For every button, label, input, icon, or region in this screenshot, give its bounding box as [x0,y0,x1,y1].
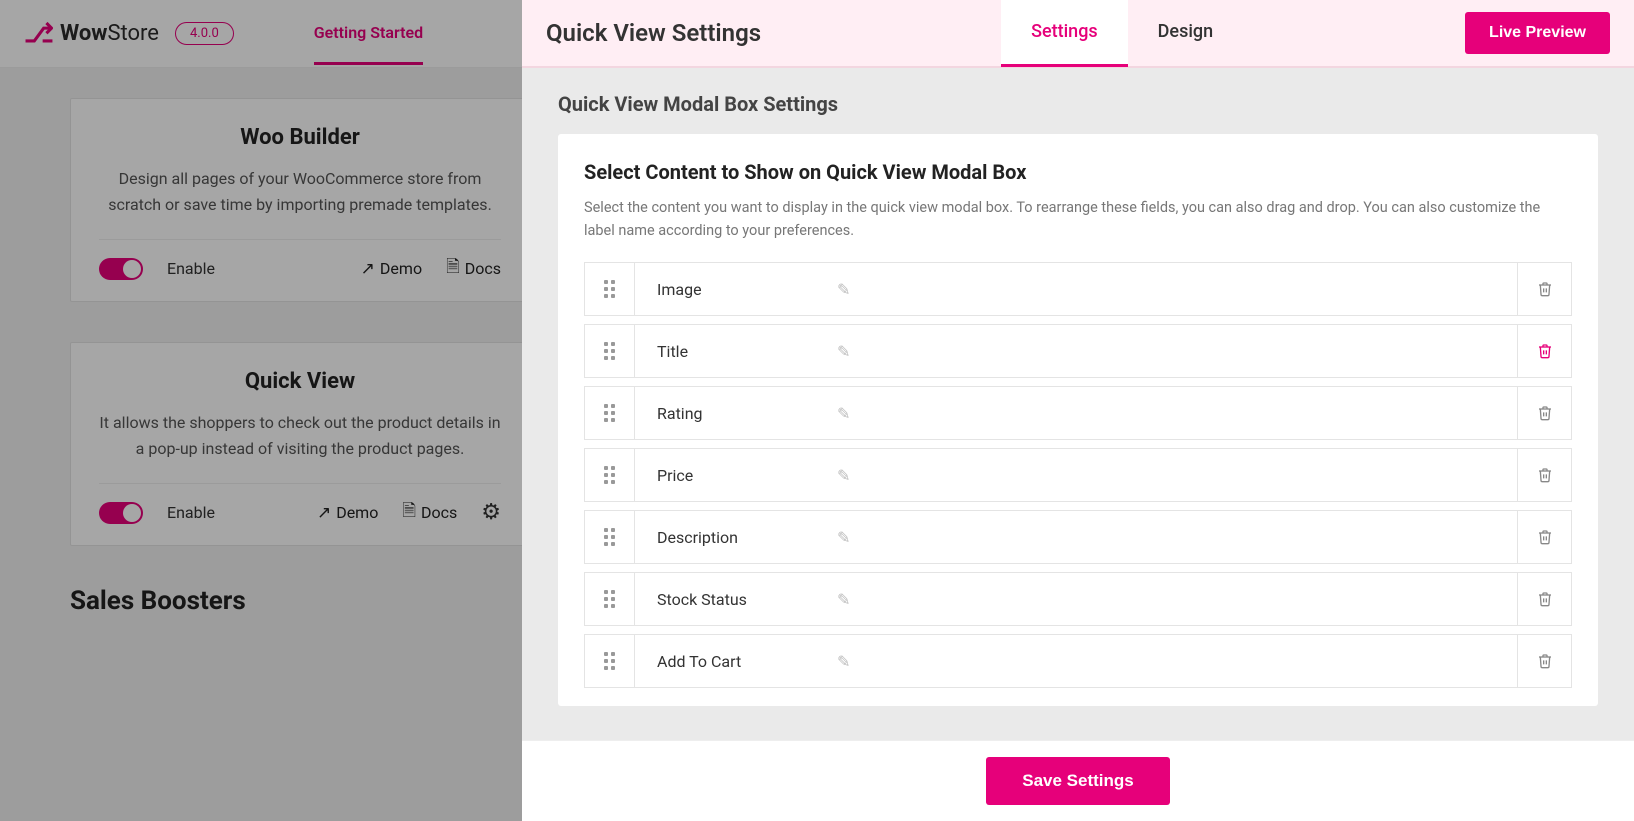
row-label-cell: Title ✎ [635,342,1517,361]
row-label: Price [657,466,757,485]
panel-scroll[interactable]: Quick View Modal Box Settings Select Con… [522,68,1634,740]
row-label-cell: Rating ✎ [635,404,1517,423]
panel-footer: Save Settings [522,740,1634,821]
content-row[interactable]: Image ✎ [584,262,1572,316]
edit-icon[interactable]: ✎ [837,590,850,609]
edit-icon[interactable]: ✎ [837,466,850,485]
trash-icon[interactable] [1517,325,1571,377]
trash-icon[interactable] [1517,387,1571,439]
panel-header: Quick View Settings Settings Design Live… [522,0,1634,68]
drag-handle-icon[interactable] [585,263,635,315]
save-settings-button[interactable]: Save Settings [986,757,1170,805]
row-label: Add To Cart [657,652,757,671]
row-label: Rating [657,404,757,423]
row-label: Stock Status [657,590,757,609]
panel-title: Quick View Settings [546,19,761,47]
drag-handle-icon[interactable] [585,449,635,501]
edit-icon[interactable]: ✎ [837,342,850,361]
drag-handle-icon[interactable] [585,511,635,563]
content-row[interactable]: Title ✎ [584,324,1572,378]
tab-settings[interactable]: Settings [1001,0,1128,67]
row-label-cell: Image ✎ [635,280,1517,299]
drag-handle-icon[interactable] [585,387,635,439]
panel-card-sub: Select the content you want to display i… [558,196,1598,262]
quick-view-settings-panel: Quick View Settings Settings Design Live… [522,0,1634,821]
row-label-cell: Description ✎ [635,528,1517,547]
trash-icon[interactable] [1517,635,1571,687]
content-row[interactable]: Add To Cart ✎ [584,634,1572,688]
row-label-cell: Add To Cart ✎ [635,652,1517,671]
row-label: Image [657,280,757,299]
panel-section-header: Quick View Modal Box Settings [522,68,1634,134]
content-row[interactable]: Stock Status ✎ [584,572,1572,626]
drag-handle-icon[interactable] [585,573,635,625]
content-row[interactable]: Price ✎ [584,448,1572,502]
row-label: Title [657,342,757,361]
tab-design[interactable]: Design [1128,0,1243,67]
drag-handle-icon[interactable] [585,635,635,687]
edit-icon[interactable]: ✎ [837,528,850,547]
trash-icon[interactable] [1517,511,1571,563]
panel-card: Select Content to Show on Quick View Mod… [558,134,1598,706]
content-row[interactable]: Rating ✎ [584,386,1572,440]
trash-icon[interactable] [1517,263,1571,315]
edit-icon[interactable]: ✎ [837,652,850,671]
row-label-cell: Price ✎ [635,466,1517,485]
drag-handle-icon[interactable] [585,325,635,377]
edit-icon[interactable]: ✎ [837,280,850,299]
content-row[interactable]: Description ✎ [584,510,1572,564]
trash-icon[interactable] [1517,573,1571,625]
panel-card-title: Select Content to Show on Quick View Mod… [558,160,1598,196]
row-label-cell: Stock Status ✎ [635,590,1517,609]
live-preview-button[interactable]: Live Preview [1465,12,1610,54]
trash-icon[interactable] [1517,449,1571,501]
row-label: Description [657,528,757,547]
panel-tabs: Settings Design [1001,0,1243,67]
edit-icon[interactable]: ✎ [837,404,850,423]
